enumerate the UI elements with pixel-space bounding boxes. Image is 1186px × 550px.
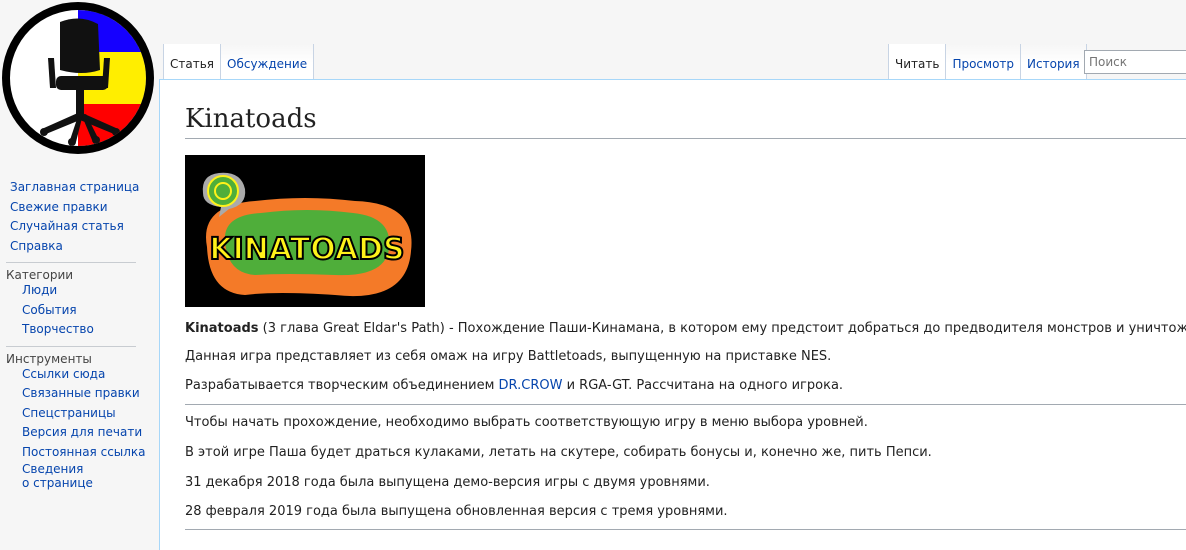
sidebar-item-printable-version[interactable]: Версия для печати <box>22 423 158 443</box>
namespace-tabs: Статья Обсуждение <box>163 44 315 79</box>
article-paragraph-2: Данная игра представляет из себя омаж на… <box>185 349 832 364</box>
sidebar-item-permanent-link[interactable]: Постоянная ссылка <box>22 443 158 463</box>
sidebar-item-creativity[interactable]: Творчество <box>22 320 158 340</box>
sidebar: Заглавная страница Свежие правки Случайн… <box>0 178 158 494</box>
sidebar-item-related-changes[interactable]: Связанные правки <box>22 384 158 404</box>
page-info-line-2: о странице <box>22 476 93 490</box>
sidebar-item-events[interactable]: События <box>22 301 158 321</box>
article-content: Kinatoads KINATOADS Kinatoads (3 глава G… <box>159 79 1186 550</box>
page-title: Kinatoads <box>185 102 1186 139</box>
sidebar-categories: Категории Люди События Творчество <box>0 262 158 340</box>
sidebar-tools: Инструменты Ссылки сюда Связанные правки… <box>0 345 158 495</box>
kinatoads-logo-icon: KINATOADS <box>185 155 425 307</box>
footer-divider <box>185 529 1186 530</box>
game-logo-image[interactable]: KINATOADS <box>185 155 425 307</box>
sidebar-item-help[interactable]: Справка <box>10 237 158 257</box>
article-paragraph-5: В этой игре Паша будет драться кулаками,… <box>185 445 932 460</box>
tab-read[interactable]: Читать <box>888 44 946 79</box>
tab-article[interactable]: Статья <box>163 44 221 79</box>
sidebar-item-special-pages[interactable]: Спецстраницы <box>22 404 158 424</box>
search-input[interactable] <box>1084 50 1186 74</box>
sidebar-item-recent-changes[interactable]: Свежие правки <box>10 198 158 218</box>
page-info-line-1: Сведения <box>22 462 84 476</box>
sidebar-item-people[interactable]: Люди <box>22 281 158 301</box>
article-subject-bold: Kinatoads <box>185 321 259 336</box>
article-paragraph-3-text-before: Разрабатывается творческим объединением <box>185 378 499 393</box>
article-paragraph-3: Разрабатывается творческим объединением … <box>185 377 843 395</box>
site-logo[interactable] <box>0 0 160 160</box>
game-logo-lettering: KINATOADS <box>209 232 404 267</box>
sidebar-navigation: Заглавная страница Свежие правки Случайн… <box>0 178 158 256</box>
sidebar-item-what-links-here[interactable]: Ссылки сюда <box>22 365 158 385</box>
tab-history[interactable]: История <box>1020 44 1087 79</box>
tab-view-source[interactable]: Просмотр <box>945 44 1021 79</box>
tab-discussion[interactable]: Обсуждение <box>220 44 315 79</box>
article-paragraph-3-text-after: и RGA-GT. Рассчитана на одного игрока. <box>562 378 844 393</box>
section-divider <box>185 404 1186 405</box>
sidebar-item-page-information[interactable]: Сведения о странице <box>22 462 158 494</box>
sidebar-item-main-page[interactable]: Заглавная страница <box>10 178 158 198</box>
article-paragraph-7: 28 февраля 2019 года была выпущена обнов… <box>185 504 728 519</box>
article-paragraph-4: Чтобы начать прохождение, необходимо выб… <box>185 415 868 430</box>
sidebar-item-random-article[interactable]: Случайная статья <box>10 217 158 237</box>
sidebar-tools-heading: Инструменты <box>6 345 136 366</box>
article-paragraph-1-text: (3 глава Great Eldar's Path) - Похождени… <box>258 321 1186 336</box>
dr-crow-link[interactable]: DR.CROW <box>499 378 563 393</box>
article-paragraph-6: 31 декабря 2018 года была выпущена демо-… <box>185 475 710 490</box>
view-tabs: Читать Просмотр История <box>888 44 1087 79</box>
sidebar-categories-heading: Категории <box>6 262 136 282</box>
office-chair-logo-icon <box>2 2 154 154</box>
article-paragraph-1: Kinatoads (3 глава Great Eldar's Path) -… <box>185 320 1186 338</box>
